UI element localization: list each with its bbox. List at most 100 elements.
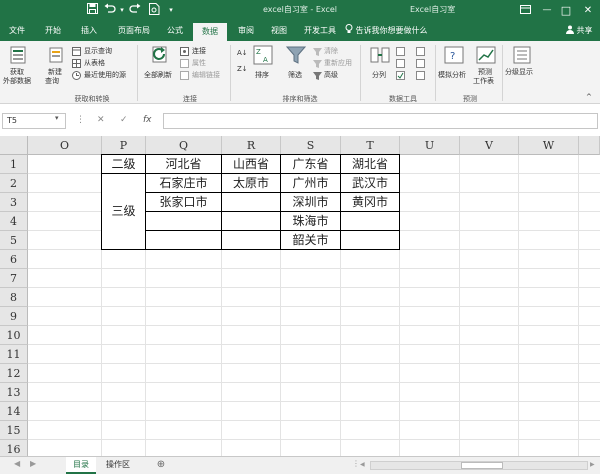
undo-dropdown-icon[interactable]: ▾ bbox=[118, 3, 126, 18]
tab-review[interactable]: 审阅 bbox=[233, 21, 259, 41]
tell-me-box[interactable]: 告诉我你想要做什么 bbox=[345, 21, 428, 41]
row-header-8[interactable]: 8 bbox=[0, 288, 28, 307]
cell-q3[interactable]: 张家口市 bbox=[146, 193, 221, 212]
cell-s3[interactable]: 深圳市 bbox=[281, 193, 340, 212]
maximize-button[interactable]: □ bbox=[558, 3, 574, 18]
row-header-9[interactable]: 9 bbox=[0, 307, 28, 326]
tab-file[interactable]: 文件 bbox=[4, 21, 30, 41]
column-header-v[interactable]: V bbox=[460, 136, 519, 155]
text-to-columns-icon[interactable] bbox=[370, 45, 390, 65]
insert-function-button[interactable]: fx bbox=[143, 115, 152, 125]
tab-formulas[interactable]: 公式 bbox=[162, 21, 188, 41]
sheet-nav-prev-icon[interactable]: ◀ bbox=[14, 459, 20, 468]
formula-input[interactable] bbox=[163, 113, 598, 129]
tab-developer[interactable]: 开发工具 bbox=[300, 21, 340, 41]
row-header-6[interactable]: 6 bbox=[0, 250, 28, 269]
manage-data-model-icon[interactable] bbox=[416, 71, 425, 80]
cell-p1[interactable]: 二级 bbox=[102, 155, 145, 174]
column-header-p[interactable]: P bbox=[102, 136, 146, 155]
minimize-button[interactable]: — bbox=[539, 3, 555, 18]
column-header-u[interactable]: U bbox=[400, 136, 460, 155]
sort-desc-icon[interactable]: Z↓ bbox=[237, 65, 248, 74]
column-header-s[interactable]: S bbox=[281, 136, 341, 155]
forecast-sheet-icon[interactable] bbox=[476, 45, 496, 65]
filter-icon[interactable] bbox=[286, 45, 306, 65]
cancel-entry-button[interactable]: ✕ bbox=[97, 115, 105, 125]
refresh-all-icon[interactable] bbox=[150, 45, 170, 65]
data-validation-icon[interactable] bbox=[396, 71, 405, 80]
row-header-2[interactable]: 2 bbox=[0, 174, 28, 193]
connections-label[interactable]: 连接 bbox=[192, 47, 206, 56]
cell-s5[interactable]: 韶关市 bbox=[281, 231, 340, 250]
undo-icon[interactable] bbox=[103, 3, 117, 18]
close-button[interactable]: ✕ bbox=[580, 3, 596, 18]
cell-q1[interactable]: 河北省 bbox=[146, 155, 221, 174]
select-all-corner[interactable] bbox=[0, 136, 28, 155]
row-header-15[interactable]: 15 bbox=[0, 421, 28, 440]
tab-page-layout[interactable]: 页面布局 bbox=[112, 21, 156, 41]
row-header-14[interactable]: 14 bbox=[0, 402, 28, 421]
cell-t3[interactable]: 黄冈市 bbox=[341, 193, 399, 212]
remove-duplicates-icon[interactable] bbox=[396, 59, 405, 68]
tab-home[interactable]: 开始 bbox=[40, 21, 66, 41]
ribbon-options-icon[interactable] bbox=[518, 3, 532, 18]
advanced-filter-icon[interactable] bbox=[313, 71, 322, 80]
hscroll-left-icon[interactable]: ◀ bbox=[360, 461, 365, 468]
advanced-label[interactable]: 高级 bbox=[324, 71, 338, 80]
outline-icon[interactable] bbox=[512, 45, 532, 65]
tab-data[interactable]: 数据 bbox=[193, 23, 227, 41]
relationships-icon[interactable] bbox=[416, 59, 425, 68]
row-header-11[interactable]: 11 bbox=[0, 345, 28, 364]
from-table-label[interactable]: 从表格 bbox=[84, 59, 105, 68]
horizontal-scroll-thumb[interactable] bbox=[461, 462, 503, 469]
row-header-13[interactable]: 13 bbox=[0, 383, 28, 402]
cell-s4[interactable]: 珠海市 bbox=[281, 212, 340, 231]
row-header-3[interactable]: 3 bbox=[0, 193, 28, 212]
sheet-nav-next-icon[interactable]: ▶ bbox=[30, 459, 36, 468]
row-header-4[interactable]: 4 bbox=[0, 212, 28, 231]
row-header-1[interactable]: 1 bbox=[0, 155, 28, 174]
name-box-dropdown-icon[interactable]: ▾ bbox=[55, 114, 59, 122]
cell-r2[interactable]: 太原市 bbox=[222, 174, 280, 193]
from-table-icon[interactable] bbox=[72, 59, 81, 68]
confirm-entry-button[interactable]: ✓ bbox=[120, 115, 128, 125]
row-header-7[interactable]: 7 bbox=[0, 269, 28, 288]
add-sheet-button[interactable]: ⊕ bbox=[154, 457, 168, 474]
column-header-q[interactable]: Q bbox=[146, 136, 222, 155]
show-query-icon[interactable] bbox=[72, 47, 81, 56]
cell-r1[interactable]: 山西省 bbox=[222, 155, 280, 174]
column-header-w[interactable]: W bbox=[519, 136, 579, 155]
horizontal-scrollbar[interactable] bbox=[370, 461, 588, 470]
cell-t1[interactable]: 湖北省 bbox=[341, 155, 399, 174]
cell-p2-merged[interactable]: 三级 bbox=[102, 174, 145, 249]
consolidate-icon[interactable] bbox=[416, 47, 425, 56]
recent-sources-label[interactable]: 最近使用的源 bbox=[84, 71, 126, 80]
cell-t2[interactable]: 武汉市 bbox=[341, 174, 399, 193]
row-header-5[interactable]: 5 bbox=[0, 231, 28, 250]
column-header-o[interactable]: O bbox=[28, 136, 102, 155]
sheet-bar-menu-icon[interactable]: ⋮ bbox=[352, 459, 360, 468]
customize-arrow-icon[interactable]: ▾ bbox=[166, 3, 176, 18]
redo-icon[interactable] bbox=[128, 3, 142, 18]
show-query-label[interactable]: 显示查询 bbox=[84, 47, 112, 56]
hscroll-right-icon[interactable]: ▶ bbox=[590, 461, 595, 468]
sort-icon[interactable]: ZA bbox=[253, 45, 273, 65]
print-preview-icon[interactable] bbox=[147, 3, 161, 18]
cell-s1[interactable]: 广东省 bbox=[281, 155, 340, 174]
cell-s2[interactable]: 广州市 bbox=[281, 174, 340, 193]
tab-insert[interactable]: 插入 bbox=[76, 21, 102, 41]
row-header-12[interactable]: 12 bbox=[0, 364, 28, 383]
tab-view[interactable]: 视图 bbox=[266, 21, 292, 41]
column-header-r[interactable]: R bbox=[222, 136, 281, 155]
sort-asc-icon[interactable]: A↓ bbox=[237, 49, 248, 58]
cell-q2[interactable]: 石家庄市 bbox=[146, 174, 221, 193]
what-if-analysis-icon[interactable]: ? bbox=[444, 45, 464, 65]
row-header-10[interactable]: 10 bbox=[0, 326, 28, 345]
save-icon[interactable] bbox=[85, 3, 99, 18]
connections-icon[interactable] bbox=[180, 47, 189, 56]
column-header-x[interactable] bbox=[579, 136, 600, 155]
collapse-ribbon-icon[interactable]: ^ bbox=[586, 93, 592, 102]
recent-sources-icon[interactable] bbox=[72, 71, 81, 80]
sheet-tab-directory[interactable]: 目录 bbox=[66, 457, 96, 474]
share-button[interactable]: 共享 bbox=[566, 21, 593, 41]
